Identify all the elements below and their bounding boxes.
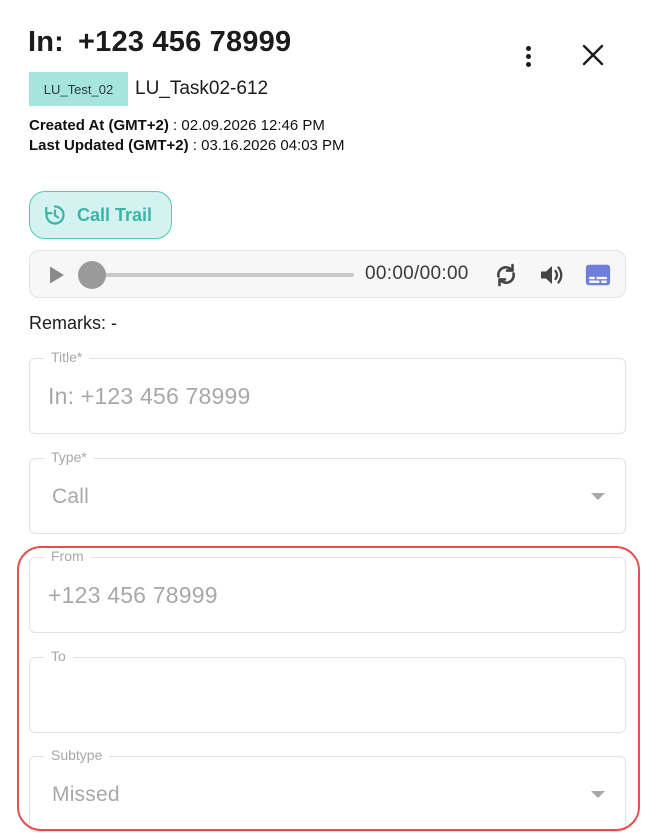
- subtype-select[interactable]: Subtype Missed: [29, 747, 626, 832]
- more-vert-icon[interactable]: [514, 40, 542, 72]
- label-tag: LU_Test_02: [29, 72, 128, 106]
- title-field-label: Title*: [44, 349, 90, 365]
- history-icon: [45, 205, 65, 225]
- subtitles-icon[interactable]: [585, 262, 611, 288]
- call-trail-label: Call Trail: [77, 204, 153, 225]
- seek-thumb[interactable]: [78, 261, 106, 289]
- title-number: +123 456 78999: [78, 26, 292, 58]
- audio-player: 00:00/00:00: [29, 250, 626, 298]
- close-icon[interactable]: [578, 40, 608, 70]
- last-updated-value: : 03.16.2026 04:03 PM: [188, 137, 345, 154]
- call-trail-button[interactable]: Call Trail: [29, 191, 172, 239]
- from-field-value: +123 456 78999: [48, 582, 218, 608]
- from-field-label: From: [44, 548, 91, 564]
- subtype-select-value: Missed: [52, 783, 120, 806]
- task-name: LU_Task02-612: [135, 78, 269, 99]
- created-at-label: Created At (GMT+2): [29, 117, 169, 134]
- title-field-value: In: +123 456 78999: [48, 383, 251, 409]
- page-title: In: +123 456 78999: [28, 26, 291, 59]
- title-prefix: In:: [28, 26, 65, 58]
- loop-icon[interactable]: [493, 262, 519, 288]
- type-select-value: Call: [52, 485, 89, 508]
- created-at-value: : 02.09.2026 12:46 PM: [168, 117, 325, 134]
- seek-track[interactable]: [92, 273, 354, 277]
- volume-icon[interactable]: [538, 262, 564, 288]
- from-field[interactable]: From +123 456 78999: [29, 548, 626, 633]
- last-updated: Last Updated (GMT+2) : 03.16.2026 04:03 …: [29, 137, 345, 154]
- subtype-select-label: Subtype: [44, 747, 110, 763]
- dropdown-arrow-icon[interactable]: [591, 791, 605, 798]
- remarks: Remarks: -: [29, 313, 118, 333]
- playback-time: 00:00/00:00: [365, 263, 469, 284]
- to-field-label: To: [44, 648, 73, 664]
- last-updated-label: Last Updated (GMT+2): [29, 137, 189, 154]
- dropdown-arrow-icon[interactable]: [591, 493, 605, 500]
- play-icon[interactable]: [48, 265, 66, 285]
- to-field[interactable]: To: [29, 648, 626, 733]
- type-select[interactable]: Type* Call: [29, 449, 626, 534]
- title-field[interactable]: Title* In: +123 456 78999: [29, 349, 626, 434]
- created-at: Created At (GMT+2) : 02.09.2026 12:46 PM: [29, 117, 325, 134]
- type-select-label: Type*: [44, 449, 94, 465]
